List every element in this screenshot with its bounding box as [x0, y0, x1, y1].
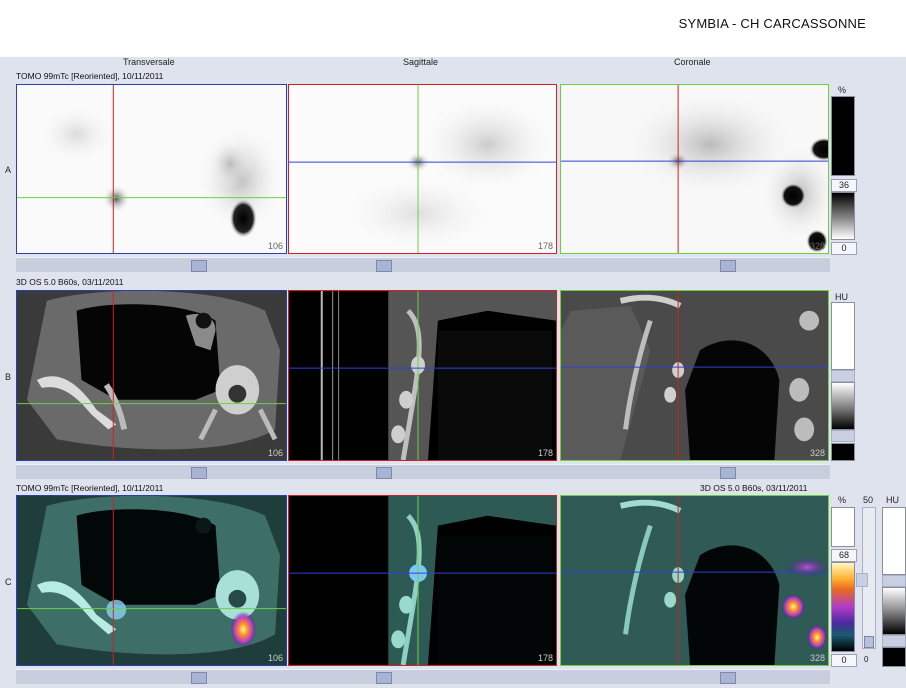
slice-number: 106	[267, 448, 283, 458]
column-header-sagittal: Sagittale	[403, 57, 439, 67]
scroll-thumb-transverse[interactable]	[191, 672, 207, 684]
colorbar-c-ct-handle-bottom[interactable]	[882, 635, 906, 647]
slice-number: 106	[267, 241, 283, 251]
viewport-c-sagittal[interactable]: 178	[288, 495, 557, 666]
opacity-slider-thumb[interactable]	[864, 636, 874, 648]
colorbar-c-value[interactable]: 68	[831, 549, 857, 562]
slice-number: 178	[537, 241, 553, 251]
slice-number: 106	[267, 653, 283, 663]
colorbar-c-min[interactable]: 0	[831, 654, 857, 667]
colorbar-c-level: 50	[863, 495, 874, 505]
colorbar-a-lower	[831, 192, 855, 240]
viewer-area: Transversale Sagittale Coronale TOMO 99m…	[0, 57, 906, 688]
column-header-transverse: Transversale	[123, 57, 175, 67]
site-name: SYMBIA - CH CARCASSONNE	[678, 16, 866, 31]
scroll-thumb-transverse[interactable]	[191, 260, 207, 272]
colorbar-b-gradient	[831, 382, 855, 430]
colorbar-c-ct-gradient	[882, 587, 906, 635]
colorbar-c-unit: %	[838, 495, 847, 505]
colorbar-b-handle-bottom[interactable]	[831, 430, 855, 442]
slice-number: 328	[809, 241, 825, 251]
colorbar-b-handle-top[interactable]	[831, 370, 855, 382]
series-label-a: TOMO 99mTc [Reoriented], 10/11/2011	[16, 71, 164, 81]
title-bar: SYMBIA - CH CARCASSONNE	[0, 0, 906, 58]
slice-number: 328	[809, 653, 825, 663]
slice-number: 328	[809, 448, 825, 458]
colorbar-c-pet-gradient	[831, 562, 855, 652]
viewport-a-sagittal[interactable]: 178	[288, 84, 557, 254]
viewport-b-transverse[interactable]: 106	[16, 290, 287, 461]
colorbar-a-unit: %	[838, 85, 847, 95]
scroll-thumb-transverse[interactable]	[191, 467, 207, 479]
colorbar-c-ct-handle-top[interactable]	[882, 575, 906, 587]
scroll-thumb-coronal[interactable]	[720, 260, 736, 272]
colorbar-c-upper	[831, 507, 855, 547]
row-label-a: A	[5, 165, 12, 175]
viewport-a-coronal[interactable]: 328	[560, 84, 829, 254]
scroll-thumb-sagittal[interactable]	[376, 467, 392, 479]
scroll-thumb-coronal[interactable]	[720, 467, 736, 479]
scrollbar-a[interactable]	[16, 257, 830, 272]
colorbar-c-ct-lower	[882, 647, 906, 667]
viewport-c-coronal[interactable]: 328	[560, 495, 829, 666]
colorbar-b-lower	[831, 443, 855, 461]
row-label-c: C	[5, 577, 12, 587]
series-label-c: TOMO 99mTc [Reoriented], 10/11/2011	[16, 483, 164, 493]
colorbar-c-ct-upper	[882, 507, 906, 575]
colorbar-a-min[interactable]: 0	[831, 242, 857, 255]
viewport-b-sagittal[interactable]: 178	[288, 290, 557, 461]
series-label-c-right: 3D OS 5.0 B60s, 03/11/2011	[700, 483, 808, 493]
scroll-thumb-sagittal[interactable]	[376, 260, 392, 272]
scroll-thumb-coronal[interactable]	[720, 672, 736, 684]
scroll-thumb-sagittal[interactable]	[376, 672, 392, 684]
pet-window-handle[interactable]	[856, 573, 868, 587]
viewport-c-transverse[interactable]: 106	[16, 495, 287, 666]
colorbar-b-upper	[831, 302, 855, 370]
viewport-b-coronal[interactable]: 328	[560, 290, 829, 461]
colorbar-b-unit: HU	[835, 292, 848, 302]
slice-number: 178	[537, 653, 553, 663]
colorbar-a-value[interactable]: 36	[831, 179, 857, 192]
colorbar-a-upper	[831, 96, 855, 176]
opacity-slider-min: 0	[864, 655, 869, 664]
row-label-b: B	[5, 372, 12, 382]
viewport-a-transverse[interactable]: 106	[16, 84, 287, 254]
colorbar-c-unit2: HU	[886, 495, 899, 505]
slice-number: 178	[537, 448, 553, 458]
scrollbar-b[interactable]	[16, 464, 830, 479]
scrollbar-c[interactable]	[16, 669, 830, 684]
series-label-b: 3D OS 5.0 B60s, 03/11/2011	[16, 277, 124, 287]
column-header-coronal: Coronale	[674, 57, 711, 67]
